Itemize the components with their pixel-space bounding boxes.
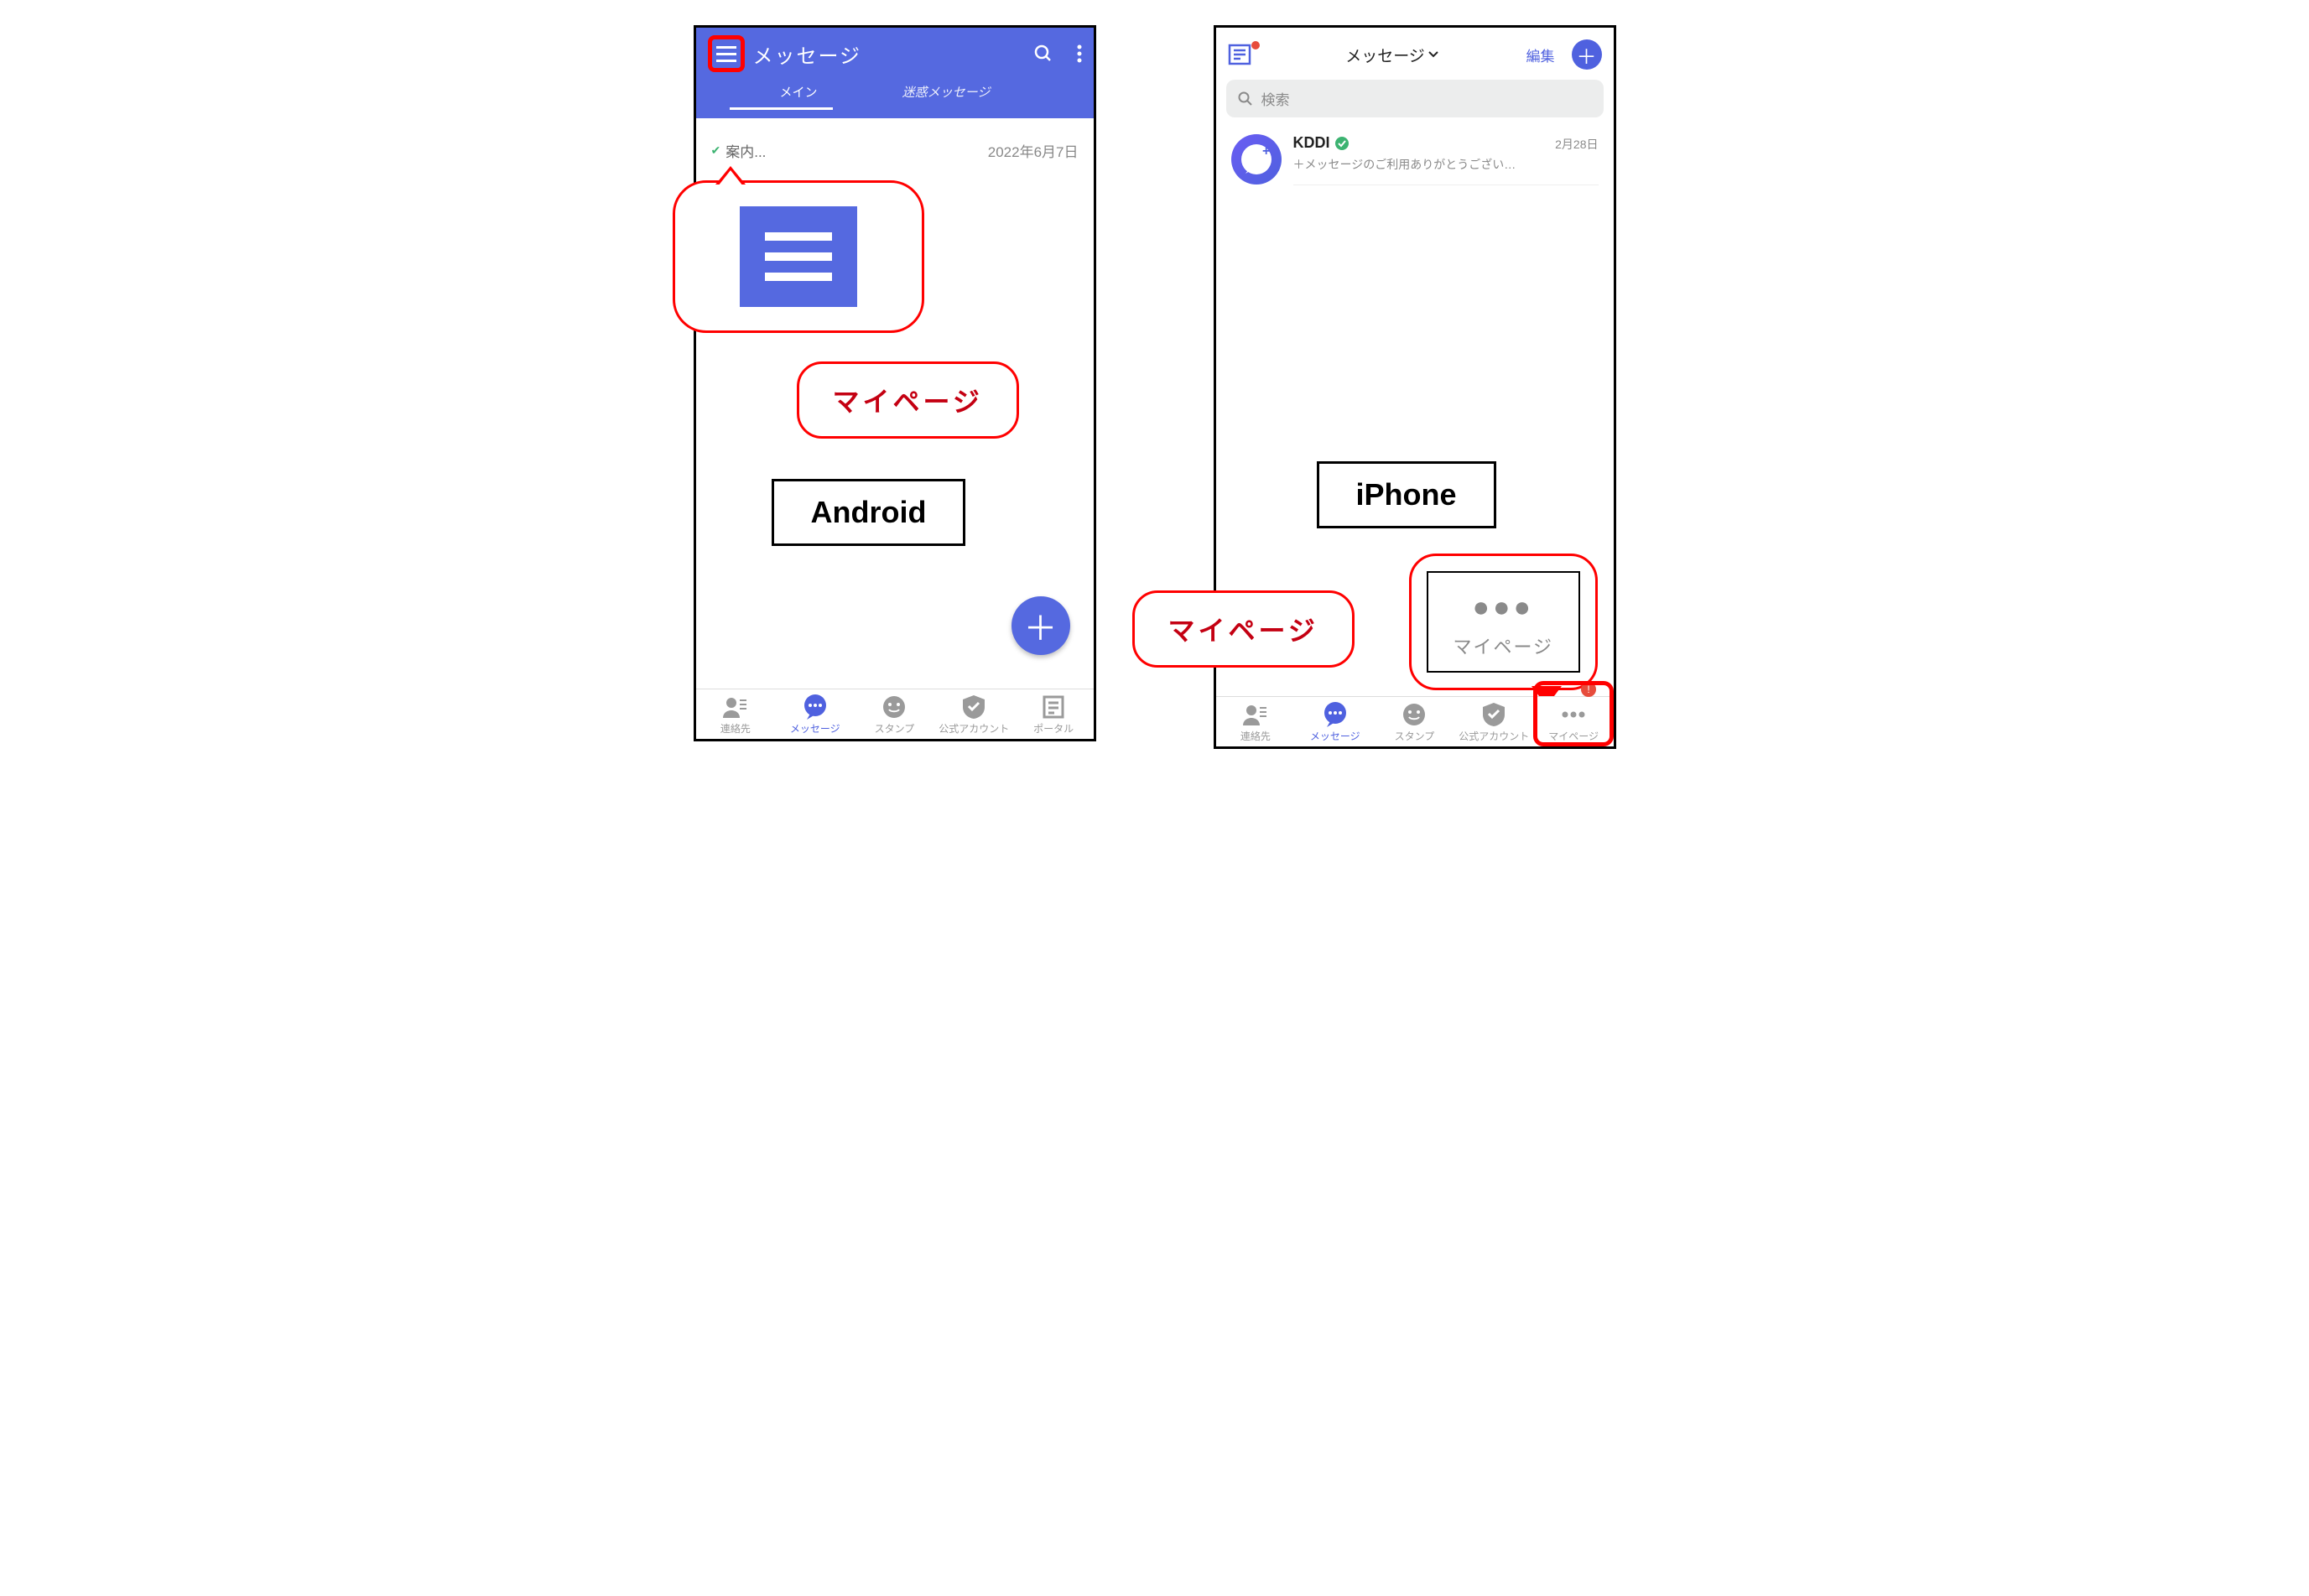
alert-badge: ! xyxy=(1581,682,1596,697)
messages-icon xyxy=(1321,702,1350,727)
news-icon[interactable] xyxy=(1228,43,1258,66)
compose-button[interactable]: ＋ xyxy=(1572,39,1602,70)
android-header: メッセージ メイン 迷惑メッセージ xyxy=(696,28,1094,118)
mypage-enlarged-label: マイページ xyxy=(1454,632,1554,659)
nav-messages[interactable]: メッセージ xyxy=(775,694,855,736)
search-placeholder: 検索 xyxy=(1261,88,1290,109)
header-title-dropdown[interactable]: メッセージ xyxy=(1266,44,1518,66)
message-snippet: ＋メッセージのご利用ありがとうござい… xyxy=(1293,156,1599,173)
android-screenshot: メッセージ メイン 迷惑メッセージ ✔ 案内 xyxy=(694,25,1096,741)
ellipsis-icon: ●●● xyxy=(1454,591,1554,624)
nav-portal[interactable]: ポータル xyxy=(1014,694,1094,736)
bottom-nav: 連絡先 メッセージ スタンプ 公式アカウント xyxy=(696,689,1094,739)
tab-main[interactable]: メイン xyxy=(730,80,833,110)
nav-stamp[interactable]: スタンプ xyxy=(855,694,934,736)
official-icon xyxy=(959,694,988,720)
menu-icon[interactable] xyxy=(708,35,745,72)
sender-avatar: + xyxy=(1231,134,1282,185)
search-input[interactable]: 検索 xyxy=(1226,80,1604,117)
contacts-icon xyxy=(1241,702,1270,727)
nav-stamp[interactable]: スタンプ xyxy=(1375,702,1454,743)
tab-spam[interactable]: 迷惑メッセージ xyxy=(833,80,1060,110)
chevron-down-icon xyxy=(1428,51,1438,58)
callout-mypage-label: マイページ xyxy=(1132,590,1355,668)
message-date: 2月28日 xyxy=(1555,134,1598,153)
nav-messages[interactable]: メッセージ xyxy=(1295,702,1375,743)
nav-mypage[interactable]: ! マイページ xyxy=(1534,702,1614,743)
ellipsis-icon xyxy=(1559,702,1588,727)
contacts-icon xyxy=(721,694,750,720)
verified-icon: ✔ xyxy=(711,143,721,158)
stamp-icon xyxy=(880,694,908,720)
message-row[interactable]: + KDDI 2月28日 ＋メッセージのご利用ありがとうござい… xyxy=(1216,126,1614,194)
callout-mypage-icon: ●●● マイページ xyxy=(1409,554,1599,690)
sender-name: KDDI xyxy=(1293,134,1330,152)
portal-icon xyxy=(1039,694,1068,720)
os-label: iPhone xyxy=(1317,461,1496,528)
menu-icon-enlarged xyxy=(740,206,857,307)
bottom-nav: 連絡先 メッセージ スタンプ 公式アカウント xyxy=(1216,696,1614,746)
nav-official[interactable]: 公式アカウント xyxy=(1454,702,1534,743)
edit-button[interactable]: 編集 xyxy=(1526,44,1555,65)
iphone-header: メッセージ 編集 ＋ xyxy=(1216,28,1614,75)
message-snippet: 案内... xyxy=(725,140,766,161)
nav-official[interactable]: 公式アカウント xyxy=(934,694,1014,736)
nav-contacts[interactable]: 連絡先 xyxy=(1216,702,1296,743)
os-label: Android xyxy=(772,479,966,546)
search-icon[interactable] xyxy=(1033,44,1053,64)
callout-mypage-label: マイページ xyxy=(797,361,1019,439)
header-title: メッセージ xyxy=(753,39,1033,69)
message-row[interactable]: ✔ 案内... 2022年6月7日 xyxy=(696,127,1094,174)
messages-icon xyxy=(801,694,829,720)
callout-hamburger xyxy=(673,180,924,333)
compose-button[interactable]: ＋ xyxy=(1011,596,1070,655)
notification-dot xyxy=(1251,41,1260,49)
search-icon xyxy=(1238,91,1253,107)
stamp-icon xyxy=(1400,702,1428,727)
official-icon xyxy=(1480,702,1508,727)
iphone-screenshot: メッセージ 編集 ＋ 検索 + KDDI xyxy=(1214,25,1616,749)
message-date: 2022年6月7日 xyxy=(988,140,1079,161)
svg-text:+: + xyxy=(1262,144,1270,159)
verified-icon xyxy=(1335,137,1349,150)
nav-contacts[interactable]: 連絡先 xyxy=(696,694,776,736)
more-icon[interactable] xyxy=(1077,44,1082,63)
